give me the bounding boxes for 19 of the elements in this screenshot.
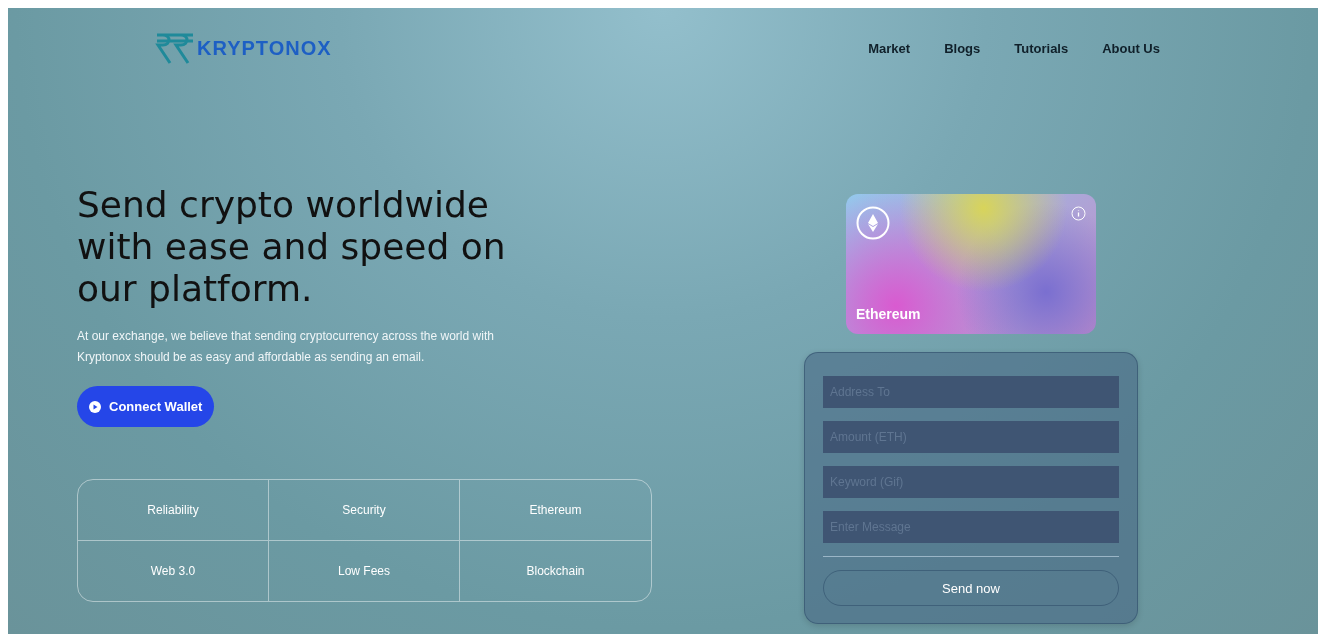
- hero-subtitle: At our exchange, we believe that sending cryptocurrency across the world with Kryptonox should be as easy and affordable as sending an email.: [77, 328, 495, 366]
- nav-link[interactable]: About Us: [1102, 40, 1160, 56]
- rupee-logo-icon: [155, 31, 195, 65]
- feature-cell: Security: [269, 480, 460, 541]
- info-icon[interactable]: [1071, 206, 1086, 221]
- hero-title: Send crypto worldwide with ease and speed on our platform.: [77, 184, 507, 310]
- feature-cell-text: Blockchain: [525, 563, 586, 580]
- nav-link[interactable]: Blogs: [944, 40, 981, 56]
- play-icon: [89, 400, 101, 413]
- feature-cell: Web 3.0: [78, 541, 269, 601]
- feature-cell: Ethereum: [460, 480, 651, 541]
- card-name: Ethereum: [856, 306, 922, 322]
- feature-cell: Low Fees: [269, 541, 460, 601]
- ethereum-icon: [856, 206, 890, 240]
- nav-link[interactable]: Tutorials: [1014, 40, 1069, 56]
- nav-link[interactable]: Market: [868, 40, 911, 56]
- connect-wallet-button[interactable]: Connect Wallet: [77, 386, 215, 427]
- logo-text: KRYPTONOX: [197, 36, 332, 60]
- feature-cell: Reliability: [78, 480, 269, 541]
